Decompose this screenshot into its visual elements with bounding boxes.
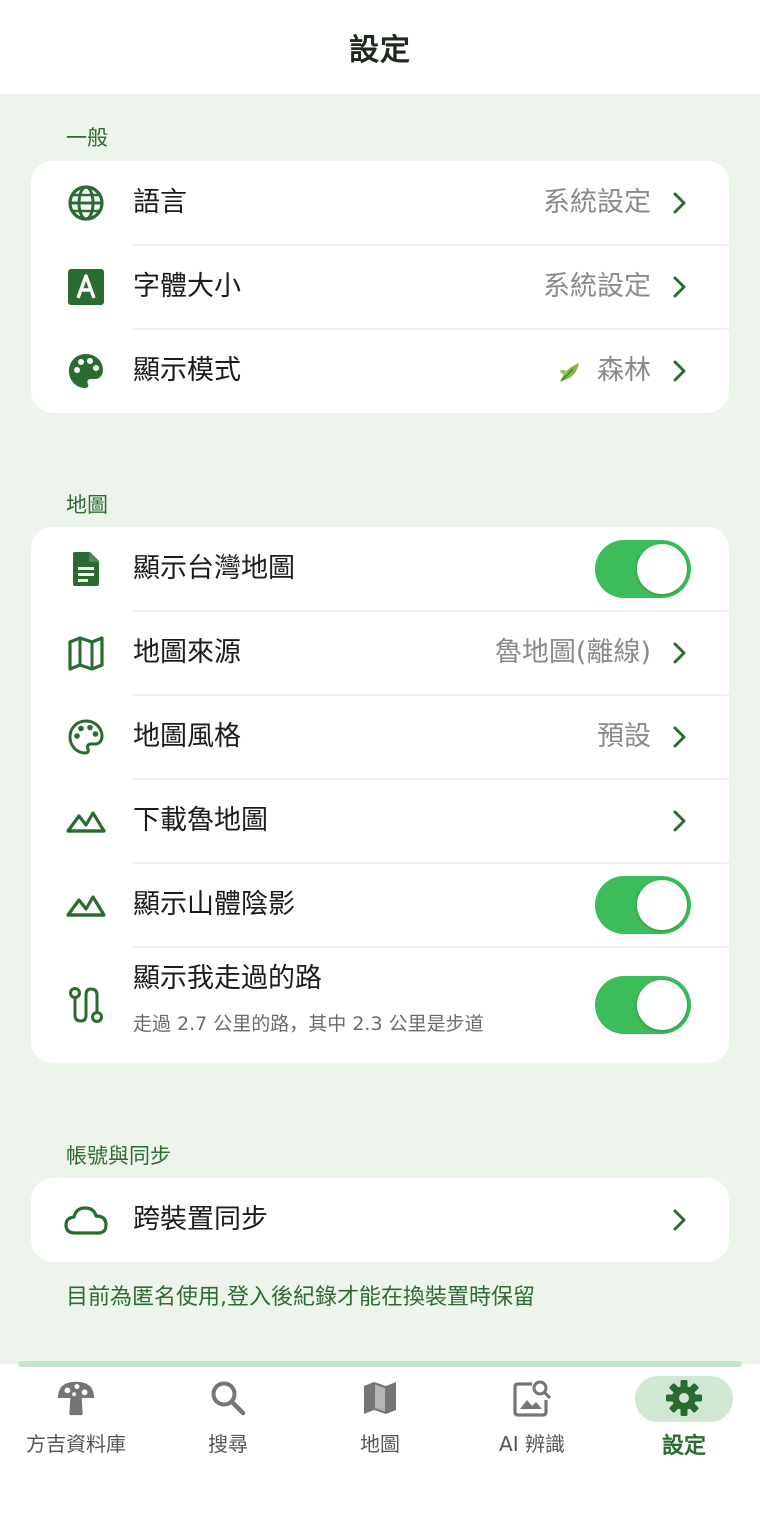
hillshade-row: 顯示山體陰影 [31,863,729,947]
tab-label: 搜尋 [208,1432,248,1456]
top-bar: 設定 [0,0,760,94]
hillshade-label: 顯示山體陰影 [133,889,295,920]
tab-ai-identify[interactable]: AI 辨識 [456,1364,608,1464]
chevron-right-icon [673,642,686,664]
display-mode-label: 顯示模式 [133,355,241,386]
font-size-label: 字體大小 [133,271,241,302]
letter-a-icon [66,267,106,307]
toggle-knob [637,544,687,594]
map-icon [360,1378,400,1418]
search-icon [208,1378,248,1418]
show-taiwan-map-label: 顯示台灣地圖 [133,553,295,584]
document-icon [66,549,106,589]
map-source-row[interactable]: 地圖來源 魯地圖(離線) [31,611,729,695]
cloud-icon [62,1200,110,1240]
leaf-icon [560,362,579,382]
display-mode-value: 森林 [557,329,651,413]
palette-outline-icon [66,717,106,757]
tab-label: 設定 [661,1434,706,1459]
route-icon [66,985,106,1025]
page-title: 設定 [349,33,411,68]
display-mode-row[interactable]: 顯示模式 森林 [31,329,729,413]
download-map-row[interactable]: 下載魯地圖 [31,779,729,863]
tab-label: 方吉資料庫 [26,1432,126,1456]
tab-map[interactable]: 地圖 [304,1364,456,1464]
font-size-value: 系統設定 [543,271,651,302]
settings-content[interactable]: 一般 語言 系統設定 字體大小 系統設定 顯示模式 森林 地圖 顯示台灣地圖 地… [0,94,760,1364]
toggle-knob [637,980,687,1030]
my-paths-label: 顯示我走過的路 [133,963,322,994]
language-value: 系統設定 [543,187,651,218]
chevron-right-icon [673,276,686,298]
tab-settings[interactable]: 設定 [608,1364,760,1464]
chevron-right-icon [673,192,686,214]
hillshade-toggle[interactable] [595,876,691,934]
general-card: 語言 系統設定 字體大小 系統設定 顯示模式 森林 [31,161,729,413]
map-style-row[interactable]: 地圖風格 預設 [31,695,729,779]
section-label-general: 一般 [66,126,108,150]
chevron-right-icon [673,810,686,832]
map-source-value: 魯地圖(離線) [494,637,651,668]
palette-icon [66,351,106,391]
map-icon [66,633,106,673]
show-taiwan-map-toggle[interactable] [595,540,691,598]
gear-icon [664,1378,704,1418]
show-taiwan-map-row: 顯示台灣地圖 [31,527,729,611]
tab-search[interactable]: 搜尋 [152,1364,304,1464]
chevron-right-icon [673,726,686,748]
bottom-tab-bar: 方吉資料庫 搜尋 地圖 AI 辨識 設定 [0,1361,760,1535]
toggle-knob [637,880,687,930]
image-search-icon [512,1378,552,1418]
sync-row[interactable]: 跨裝置同步 [31,1178,729,1262]
mountain-icon [66,885,106,925]
mushroom-icon [56,1378,96,1418]
my-paths-toggle[interactable] [595,976,691,1034]
my-paths-row: 顯示我走過的路 走過 2.7 公里的路，其中 2.3 公里是步道 [31,947,729,1063]
map-style-label: 地圖風格 [133,721,241,752]
language-label: 語言 [133,187,187,218]
section-label-account: 帳號與同步 [66,1144,171,1168]
tab-label: 地圖 [360,1432,400,1456]
chevron-right-icon [673,360,686,382]
map-source-label: 地圖來源 [133,637,241,668]
my-paths-sublabel: 走過 2.7 公里的路，其中 2.3 公里是步道 [133,1013,484,1035]
download-map-label: 下載魯地圖 [133,805,268,836]
sync-label: 跨裝置同步 [133,1204,268,1235]
font-size-row[interactable]: 字體大小 系統設定 [31,245,729,329]
account-card: 跨裝置同步 [31,1178,729,1262]
globe-icon [66,183,106,223]
account-note: 目前為匿名使用,登入後紀錄才能在換裝置時保留 [66,1285,535,1310]
language-row[interactable]: 語言 系統設定 [31,161,729,245]
section-label-map: 地圖 [66,493,108,517]
tab-label: AI 辨識 [499,1432,565,1456]
chevron-right-icon [673,1209,686,1231]
map-style-value: 預設 [597,721,651,752]
map-card: 顯示台灣地圖 地圖來源 魯地圖(離線) 地圖風格 預設 下載魯地圖 顯示山體陰影… [31,527,729,1063]
display-mode-value-text: 森林 [597,355,651,386]
mountain-icon [66,801,106,841]
tab-database[interactable]: 方吉資料庫 [0,1364,152,1464]
